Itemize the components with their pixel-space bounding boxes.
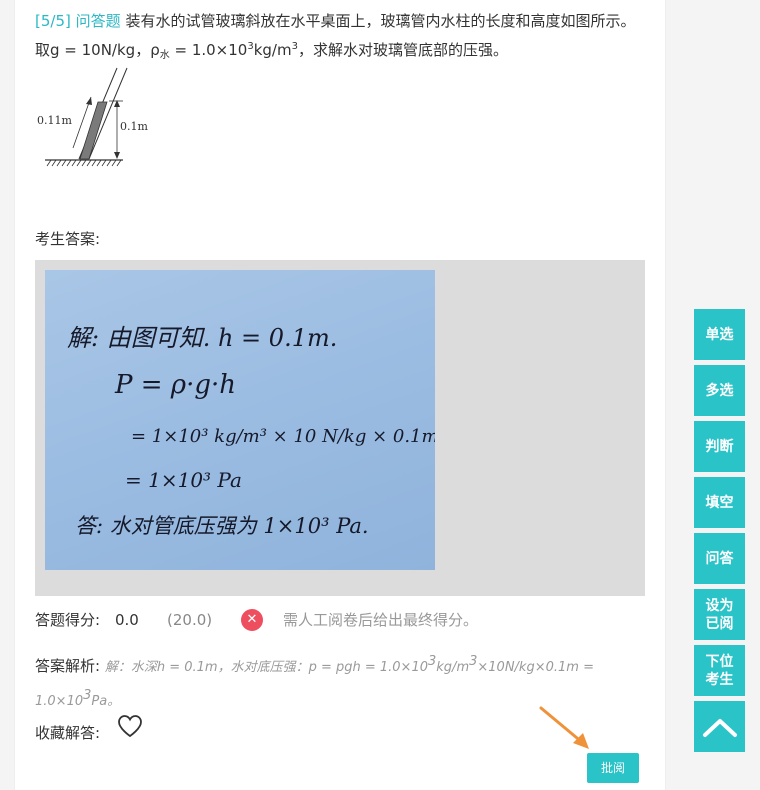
question-body-4: ，求解水对玻璃管底部的压强。	[297, 41, 508, 59]
back-to-top-button[interactable]	[694, 701, 745, 752]
hw-line-5: 答: 水对管底压强为 1×10³ Pa.	[75, 514, 369, 538]
score-total: (20.0)	[167, 611, 213, 629]
mark-as-read-button[interactable]: 设为已阅	[694, 589, 745, 640]
heart-icon[interactable]	[117, 714, 143, 738]
score-row: 答题得分: 0.0 (20.0) ✕ 需人工阅卷后给出最终得分。	[35, 609, 655, 635]
score-label: 答题得分:	[35, 611, 101, 629]
question-text: [5/5] 问答题 装有水的试管玻璃斜放在水平桌面上，玻璃管内水柱的长度和高度如…	[35, 8, 645, 69]
test-tube-diagram: 0.11m 0.1m	[37, 64, 148, 172]
question-body-3: kg/m	[253, 41, 292, 59]
analysis-text-a: 解：水深h = 0.1m，水对底压强：p = pgh = 1.0×10	[104, 660, 428, 675]
length-label: 0.11m	[37, 114, 72, 127]
hw-line-3: = 1×10³ kg/m³ × 10 N/kg × 0.1m	[131, 426, 435, 447]
nav-true-false[interactable]: 判断	[694, 421, 745, 472]
hw-line-2: P = ρ·g·h	[115, 370, 237, 400]
hw-line-4: = 1×10³ Pa	[125, 468, 242, 492]
hw-line-1: 解: 由图可知. h = 0.1m.	[67, 324, 338, 352]
nav-single-choice[interactable]: 单选	[694, 309, 745, 360]
question-number: [5/5]	[35, 12, 71, 30]
handwritten-answer-photo[interactable]: 解: 由图可知. h = 0.1m. P = ρ·g·h = 1×10³ kg/…	[45, 270, 435, 570]
score-value: 0.0	[115, 611, 139, 629]
favorite-label: 收藏解答:	[35, 724, 101, 742]
pointer-arrow-icon	[539, 706, 589, 749]
question-type: 问答题	[75, 12, 121, 30]
nav-fill-blank[interactable]: 填空	[694, 477, 745, 528]
nav-question-answer[interactable]: 问答	[694, 533, 745, 584]
question-body-2: = 1.0×10	[169, 41, 248, 59]
wrong-icon: ✕	[241, 609, 263, 631]
rho-subscript: 水	[159, 50, 170, 61]
analysis-text-d: Pa。	[91, 694, 121, 709]
question-panel: [5/5] 问答题 装有水的试管玻璃斜放在水平桌面上，玻璃管内水柱的长度和高度如…	[14, 0, 666, 790]
height-label: 0.1m	[120, 120, 148, 133]
review-button[interactable]: 批阅	[587, 753, 639, 783]
nav-multiple-choice[interactable]: 多选	[694, 365, 745, 416]
next-candidate-button[interactable]: 下位考生	[694, 645, 745, 696]
analysis-text-b: kg/m	[436, 660, 470, 675]
answer-image-container: 解: 由图可知. h = 0.1m. P = ρ·g·h = 1×10³ kg/…	[35, 260, 645, 596]
answer-label: 考生答案:	[35, 230, 101, 248]
chevron-up-icon	[702, 718, 737, 737]
score-note: 需人工阅卷后给出最终得分。	[283, 611, 479, 629]
analysis-label: 答案解析:	[35, 657, 101, 675]
